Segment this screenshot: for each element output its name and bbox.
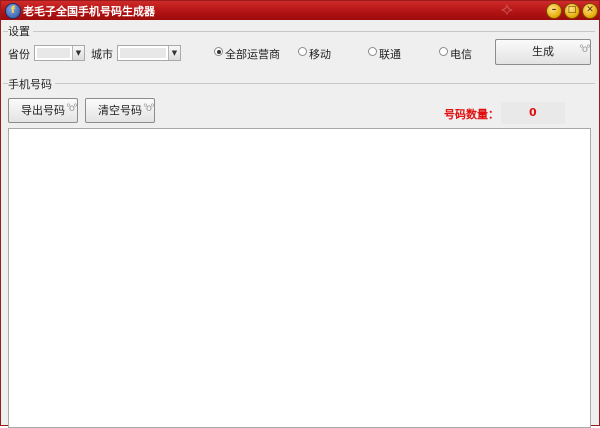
number-output-textarea[interactable] <box>8 128 591 428</box>
city-label: 城市 <box>91 48 113 61</box>
title-bar[interactable]: f 老毛子全国手机号码生成器 ⟡ – □ ✕ <box>1 0 599 20</box>
decorative-swirl-icon: ⟡ <box>501 0 513 20</box>
generate-button[interactable]: 生成 °o° <box>495 39 591 65</box>
settings-group-label: 设置 <box>8 23 33 39</box>
province-select[interactable]: ▼ <box>34 45 85 61</box>
chevron-down-icon[interactable]: ▼ <box>72 46 84 60</box>
bubble-decoration-icon: °o° <box>578 44 591 55</box>
chevron-down-icon[interactable]: ▼ <box>168 46 180 60</box>
radio-mobile-label[interactable]: 移动 <box>309 46 331 62</box>
generate-button-label: 生成 <box>532 45 554 58</box>
count-label: 号码数量： <box>444 108 499 121</box>
app-logo-icon: f <box>5 3 21 19</box>
radio-telecom-label[interactable]: 电信 <box>450 46 472 62</box>
radio-all-carriers[interactable] <box>214 47 223 56</box>
radio-mobile[interactable] <box>298 47 307 56</box>
bubble-decoration-icon: °o° <box>65 103 78 114</box>
radio-unicom-label[interactable]: 联通 <box>379 46 401 62</box>
radio-all-carriers-label[interactable]: 全部运营商 <box>225 46 280 62</box>
radio-unicom[interactable] <box>368 47 377 56</box>
minimize-button[interactable]: – <box>546 3 562 19</box>
clear-button-label: 清空号码 <box>98 104 142 117</box>
close-button[interactable]: ✕ <box>582 3 598 19</box>
city-select-value <box>120 48 166 58</box>
numbers-group <box>3 83 595 84</box>
province-select-value <box>37 48 70 58</box>
window-title: 老毛子全国手机号码生成器 <box>23 5 155 18</box>
numbers-group-label: 手机号码 <box>8 76 55 92</box>
count-value: 0 <box>529 106 537 119</box>
maximize-button[interactable]: □ <box>564 3 580 19</box>
radio-telecom[interactable] <box>439 47 448 56</box>
bubble-decoration-icon: °o° <box>142 103 155 114</box>
city-select[interactable]: ▼ <box>117 45 181 61</box>
settings-group <box>3 31 595 32</box>
clear-button[interactable]: 清空号码 °o° <box>85 98 155 123</box>
app-window: f 老毛子全国手机号码生成器 ⟡ – □ ✕ 设置 省份 ▼ 城市 ▼ 全部运营… <box>0 0 600 428</box>
province-label: 省份 <box>8 48 30 61</box>
export-button-label: 导出号码 <box>21 104 65 117</box>
export-button[interactable]: 导出号码 °o° <box>8 98 78 123</box>
